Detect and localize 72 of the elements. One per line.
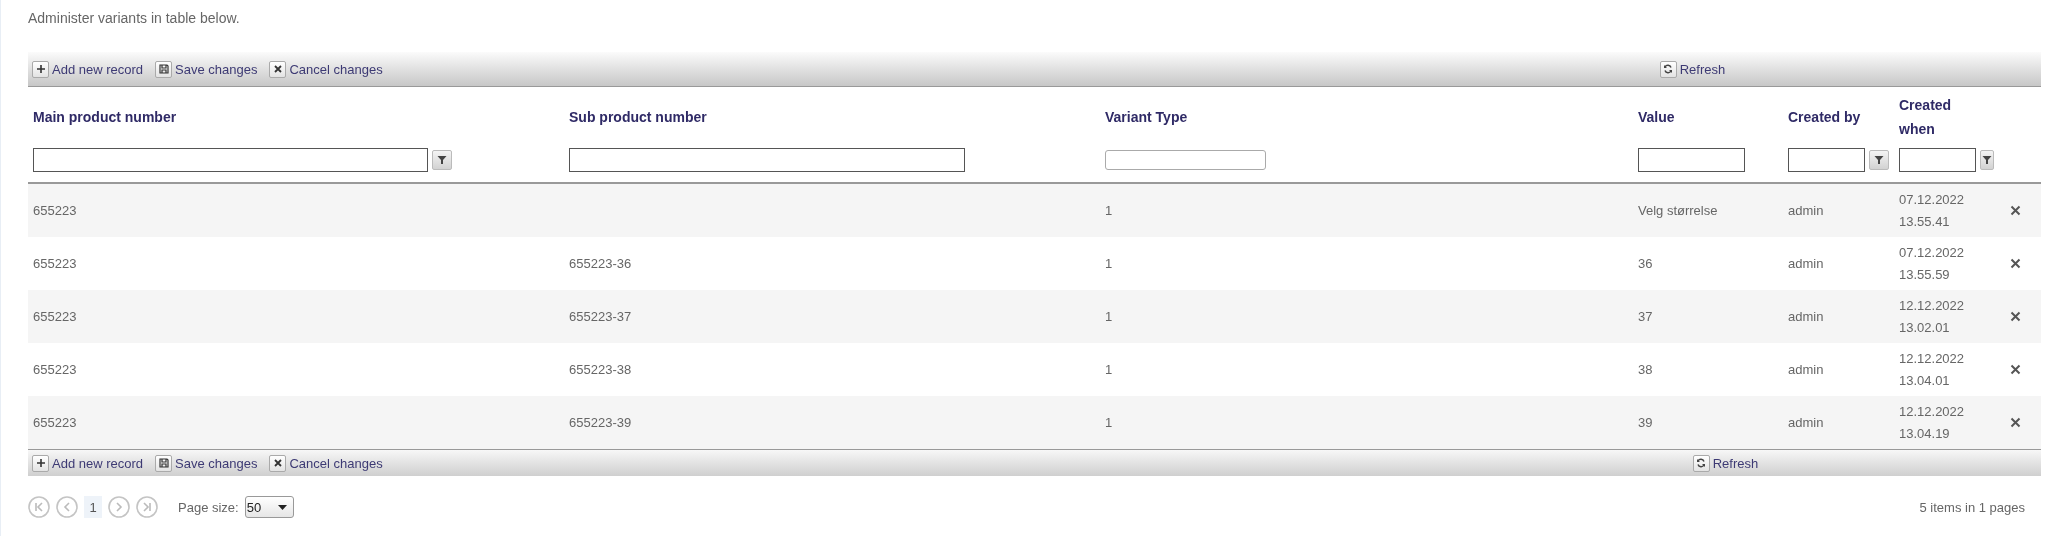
column-header[interactable]: Main product number (33, 87, 559, 145)
table-cell-text: 07.12.2022 13.55.59 (1899, 243, 1966, 284)
filter-field[interactable] (569, 148, 965, 172)
refresh-icon (1663, 64, 1674, 74)
column-header[interactable]: Created by (1788, 87, 1889, 145)
filter-field[interactable] (1638, 148, 1745, 172)
intro-text: Administer variants in table below. (28, 9, 241, 28)
column-header[interactable]: Created when (1899, 87, 1959, 145)
funnel-icon (437, 155, 447, 165)
toolbar-button[interactable]: Cancel changes (265, 454, 387, 472)
table-cell: 655223-39 (569, 415, 632, 430)
refresh-button[interactable]: Refresh (1655, 60, 1730, 78)
plus-icon (35, 64, 46, 74)
table-cell: 39 (1638, 415, 1653, 430)
column-header[interactable]: Value (1638, 87, 1778, 145)
filter-button[interactable] (1980, 150, 1994, 170)
page-size-select[interactable]: 50 (244, 496, 294, 518)
plus-icon (35, 458, 46, 468)
filter-field[interactable] (1105, 150, 1266, 170)
table-cell: 655223 (33, 203, 77, 218)
column-header[interactable]: Sub product number (569, 87, 1095, 145)
delete-icon[interactable] (2009, 364, 2021, 375)
table-cell: admin (1788, 256, 1824, 271)
table-cell: admin (1788, 203, 1824, 218)
delete-icon[interactable] (2009, 311, 2021, 322)
table-cell: 655223 (33, 362, 77, 377)
close-icon (272, 64, 283, 74)
table-cell: 1 (1105, 256, 1113, 271)
page-size-label: Page size: (178, 499, 239, 515)
filter-field[interactable] (33, 148, 428, 172)
filter-field[interactable] (1899, 148, 1976, 172)
table-cell: 655223 (33, 415, 77, 430)
table-cell: 38 (1638, 362, 1653, 377)
toolbar-button[interactable]: Add new record (28, 60, 148, 78)
table-cell: admin (1788, 362, 1824, 377)
pager-summary: 5 items in 1 pages (1919, 499, 2026, 515)
table-cell: 655223 (33, 256, 77, 271)
table-cell: 655223 (33, 309, 77, 324)
funnel-icon (1874, 155, 1884, 165)
table-cell-text: 12.12.2022 13.04.19 (1899, 402, 1966, 443)
table-cell: 1 (1105, 309, 1113, 324)
filter-field[interactable] (1788, 148, 1865, 172)
delete-icon[interactable] (2009, 205, 2021, 216)
refresh-icon (1696, 458, 1707, 468)
current-page[interactable]: 1 (84, 496, 102, 518)
table-cell-text: 12.12.2022 13.02.01 (1899, 296, 1966, 337)
toolbar-button[interactable]: Save changes (151, 454, 262, 472)
column-header[interactable]: Variant Type (1105, 87, 1628, 145)
table-cell: 37 (1638, 309, 1653, 324)
table-cell: 1 (1105, 203, 1113, 218)
delete-icon[interactable] (2009, 417, 2021, 428)
funnel-icon (1982, 155, 1992, 165)
table-cell-text: 12.12.2022 13.04.01 (1899, 349, 1966, 390)
filter-button[interactable] (1869, 150, 1889, 170)
refresh-button[interactable]: Refresh (1688, 454, 1763, 472)
table-cell: 655223-38 (569, 362, 632, 377)
delete-icon[interactable] (2009, 258, 2021, 269)
table-cell: 1 (1105, 415, 1113, 430)
toolbar-button[interactable]: Cancel changes (265, 60, 387, 78)
toolbar-button[interactable]: Add new record (28, 454, 148, 472)
table-cell: 655223-36 (569, 256, 632, 271)
table-cell: 655223-37 (569, 309, 632, 324)
table-cell: admin (1788, 309, 1824, 324)
close-icon (272, 458, 283, 468)
table-cell: 36 (1638, 256, 1653, 271)
toolbar-button[interactable]: Save changes (151, 60, 262, 78)
table-cell-text: 07.12.2022 13.55.41 (1899, 190, 1966, 231)
table-cell: Velg størrelse (1638, 203, 1718, 218)
table-cell: 1 (1105, 362, 1113, 377)
table-cell: admin (1788, 415, 1824, 430)
filter-button[interactable] (432, 150, 452, 170)
dropdown-caret-icon (277, 504, 287, 510)
